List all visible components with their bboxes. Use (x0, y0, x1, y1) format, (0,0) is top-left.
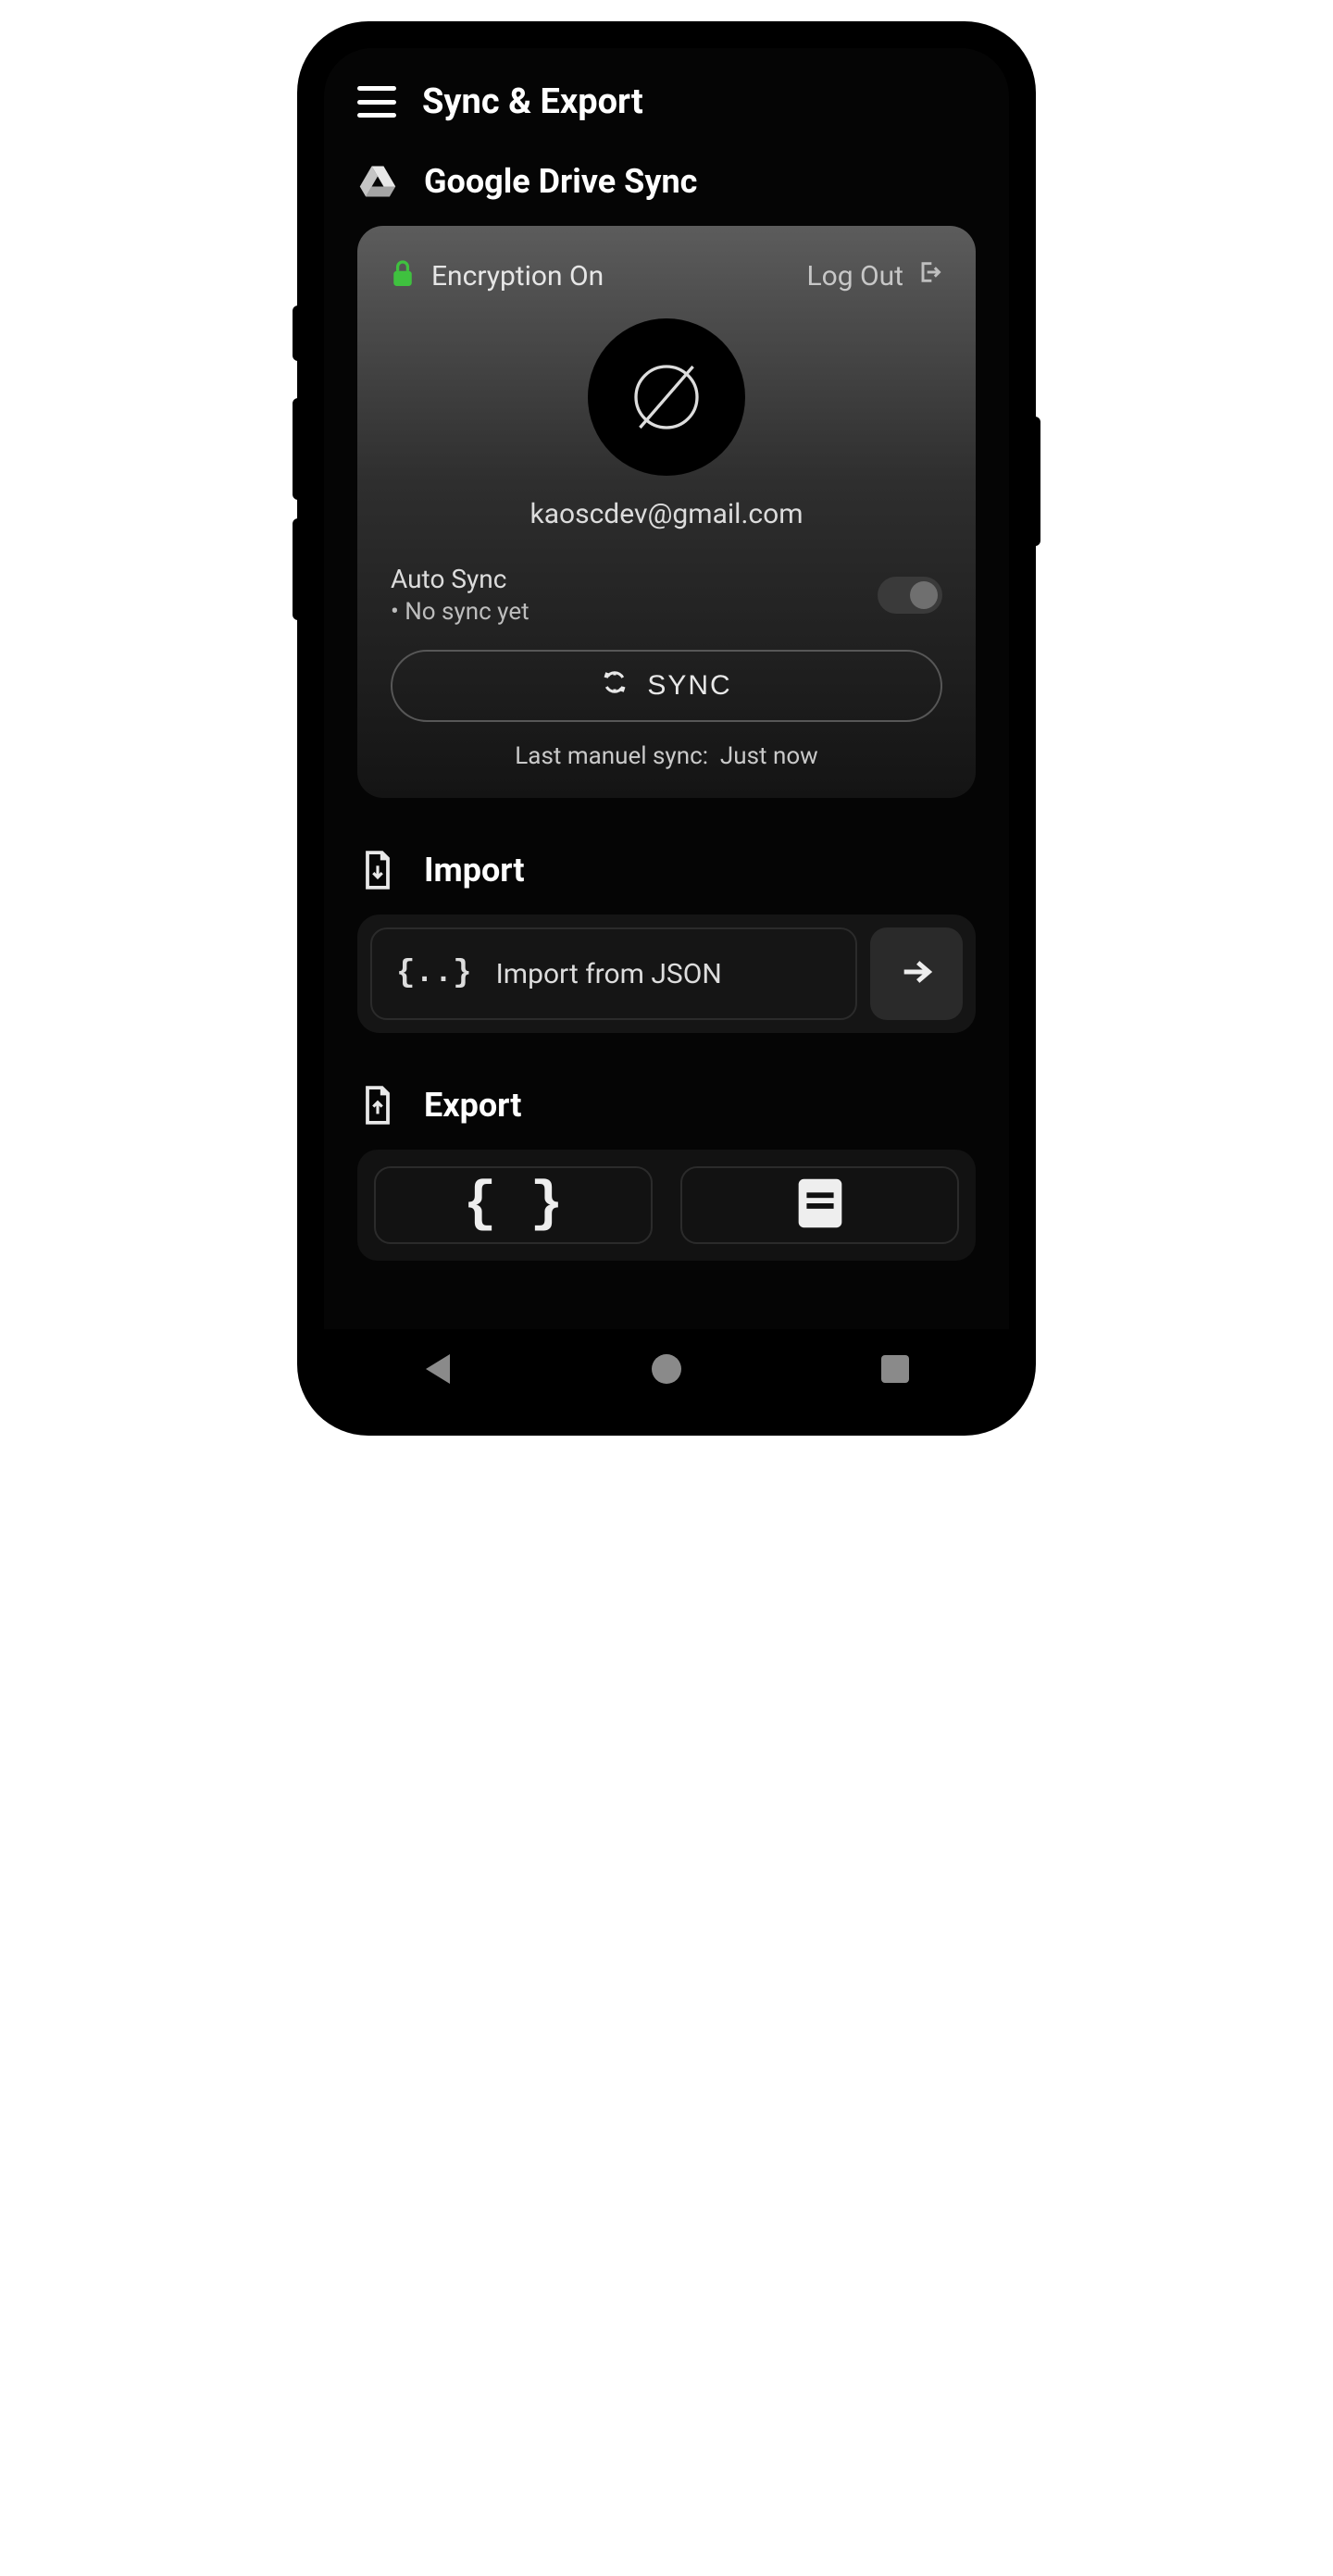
section-title-export: Export (424, 1086, 521, 1125)
export-file-button[interactable] (680, 1166, 959, 1244)
document-icon (788, 1171, 853, 1239)
export-json-button[interactable]: { } (374, 1166, 653, 1244)
nav-recents-button[interactable] (858, 1346, 932, 1392)
last-sync-text: Last manuel sync: Just now (391, 742, 942, 770)
sync-button[interactable]: SYNC (391, 650, 942, 722)
avatar (588, 318, 745, 476)
autosync-status: • No sync yet (391, 598, 529, 626)
nav-home-button[interactable] (629, 1346, 704, 1392)
section-title-import: Import (424, 851, 525, 890)
json-braces-icon: {..} (396, 956, 472, 991)
import-json-button[interactable]: {..} Import from JSON (370, 927, 857, 1020)
autosync-label: Auto Sync (391, 564, 529, 594)
import-json-label: Import from JSON (496, 958, 722, 990)
account-email: kaoscdev@gmail.com (391, 498, 942, 530)
section-title-drive: Google Drive Sync (424, 162, 697, 201)
google-drive-icon (357, 161, 398, 202)
json-braces-icon: { } (463, 1174, 563, 1237)
lock-icon (391, 259, 415, 292)
import-go-button[interactable] (870, 927, 963, 1020)
logout-button[interactable]: Log Out (806, 259, 942, 292)
nav-back-button[interactable] (401, 1346, 475, 1392)
logout-label: Log Out (806, 260, 903, 292)
autosync-toggle[interactable] (878, 577, 942, 614)
page-title: Sync & Export (422, 81, 643, 122)
sync-icon (601, 668, 629, 703)
sync-button-label: SYNC (647, 670, 731, 702)
encryption-label: Encryption On (431, 260, 604, 292)
system-navbar (324, 1329, 1009, 1409)
logout-icon (916, 259, 942, 292)
import-file-icon (357, 850, 398, 890)
drive-sync-card: Encryption On Log Out (357, 226, 976, 798)
arrow-right-icon (898, 953, 935, 994)
export-file-icon (357, 1085, 398, 1126)
menu-icon[interactable] (357, 86, 396, 118)
